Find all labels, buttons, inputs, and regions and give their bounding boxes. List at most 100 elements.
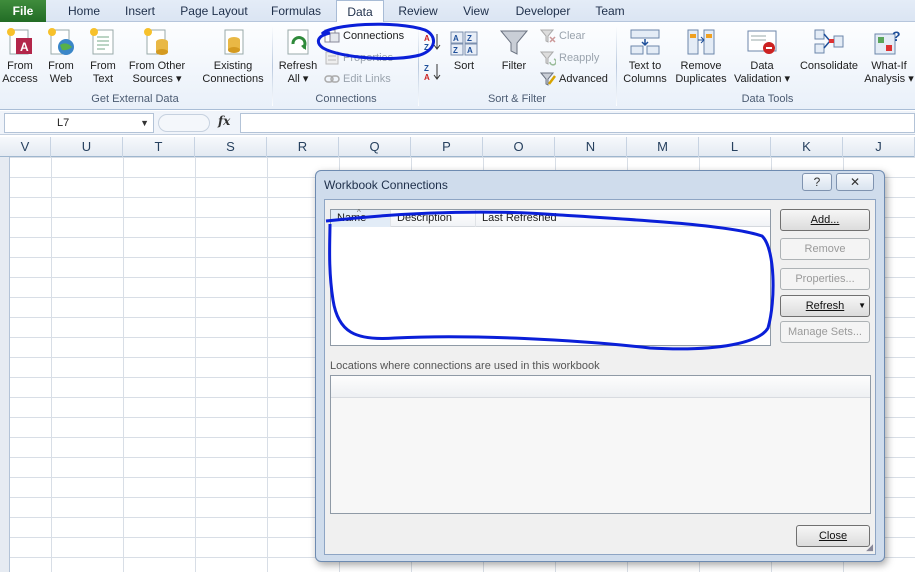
- filter-button[interactable]: Filter: [496, 26, 532, 73]
- consolidate-label: Consolidate: [799, 60, 859, 72]
- column-header[interactable]: N: [555, 137, 627, 157]
- from-text-line2: Text: [92, 73, 114, 85]
- tab-page-layout[interactable]: Page Layout: [174, 0, 254, 22]
- existing-connections-icon: [217, 26, 249, 58]
- reapply-button[interactable]: Reapply: [539, 48, 600, 68]
- connections-list[interactable]: Name ^ Description Last Refreshed: [330, 208, 771, 346]
- locations-list[interactable]: [330, 375, 871, 514]
- text-to-columns-button[interactable]: Text to Columns: [620, 26, 670, 86]
- connections-label: Connections: [343, 30, 405, 42]
- tab-developer[interactable]: Developer: [508, 0, 578, 22]
- formula-bar: L7 ▼ fx: [0, 111, 915, 135]
- from-web-button[interactable]: From Web: [42, 26, 80, 86]
- tab-home[interactable]: Home: [58, 0, 110, 22]
- what-if-line1: What-If: [871, 60, 907, 72]
- column-header[interactable]: U: [51, 137, 123, 157]
- tab-formulas[interactable]: Formulas: [265, 0, 327, 22]
- sort-button[interactable]: AZZA Sort: [446, 26, 482, 73]
- svg-text:A: A: [424, 34, 430, 43]
- column-header[interactable]: K: [771, 137, 843, 157]
- column-header[interactable]: T: [123, 137, 195, 157]
- from-access-button[interactable]: A From Access: [0, 26, 40, 86]
- text-to-columns-icon: [629, 26, 661, 58]
- tab-view[interactable]: View: [454, 0, 498, 22]
- insert-function-button[interactable]: fx: [218, 114, 230, 128]
- formula-input[interactable]: [240, 113, 915, 133]
- column-header[interactable]: V: [0, 137, 51, 157]
- sort-a-to-z-button[interactable]: AZ: [424, 32, 442, 52]
- chevron-down-icon[interactable]: ▼: [140, 114, 149, 132]
- remove-duplicates-button[interactable]: Remove Duplicates: [672, 26, 730, 86]
- column-header[interactable]: P: [411, 137, 483, 157]
- from-other-sources-button[interactable]: From Other Sources ▾: [125, 26, 189, 86]
- splitter-handle[interactable]: [158, 114, 210, 132]
- existing-connections-button[interactable]: Existing Connections: [197, 26, 269, 86]
- column-header[interactable]: Q: [339, 137, 411, 157]
- column-headers: V U T S R Q P O N M L K J: [0, 137, 915, 157]
- column-header-description[interactable]: Description: [391, 210, 476, 227]
- dropdown-arrow-icon[interactable]: ▼: [858, 296, 866, 316]
- reapply-icon: [539, 50, 557, 66]
- close-button[interactable]: Close: [796, 525, 870, 547]
- column-header[interactable]: R: [267, 137, 339, 157]
- resize-grip-icon[interactable]: ◢: [866, 542, 873, 553]
- sort-caret-icon: ^: [357, 208, 361, 217]
- refresh-label: Refresh: [805, 300, 845, 312]
- web-icon: [45, 26, 77, 58]
- group-label-connections: Connections: [315, 93, 377, 105]
- from-text-line1: From: [90, 60, 116, 72]
- from-web-line1: From: [48, 60, 74, 72]
- edit-links-button[interactable]: Edit Links: [324, 69, 391, 89]
- properties-button[interactable]: Properties: [324, 48, 393, 68]
- text-to-columns-line2: Columns: [623, 73, 667, 85]
- column-header[interactable]: S: [195, 137, 267, 157]
- reapply-label: Reapply: [559, 52, 600, 64]
- connections-list-header: Name ^ Description Last Refreshed: [331, 208, 770, 227]
- from-other-line1: From Other: [128, 60, 186, 72]
- svg-text:A: A: [453, 34, 459, 43]
- svg-text:A: A: [467, 46, 473, 55]
- existing-line1: Existing: [213, 60, 253, 72]
- funnel-icon: [498, 26, 530, 58]
- refresh-button[interactable]: Refresh ▼: [780, 295, 870, 317]
- properties-button-dialog[interactable]: Properties...: [780, 268, 870, 290]
- tab-file[interactable]: File: [0, 0, 46, 22]
- refresh-all-line2: All ▾: [287, 73, 309, 85]
- from-access-line2: Access: [2, 73, 38, 85]
- tab-team[interactable]: Team: [588, 0, 632, 22]
- text-file-icon: [87, 26, 119, 58]
- column-header[interactable]: O: [483, 137, 555, 157]
- column-header-name[interactable]: Name ^: [331, 208, 391, 227]
- help-button[interactable]: ?: [802, 173, 832, 191]
- advanced-filter-button[interactable]: Advanced: [539, 69, 608, 89]
- sort-z-to-a-button[interactable]: ZA: [424, 62, 442, 82]
- consolidate-button[interactable]: Consolidate: [796, 26, 862, 73]
- name-box[interactable]: L7 ▼: [4, 113, 154, 133]
- tab-data[interactable]: Data: [336, 0, 384, 23]
- sort-label: Sort: [453, 60, 475, 72]
- close-icon[interactable]: ✕: [836, 173, 874, 191]
- group-label-sort-filter: Sort & Filter: [487, 93, 547, 105]
- column-header-last-refreshed[interactable]: Last Refreshed: [476, 210, 770, 227]
- data-validation-line1: Data: [750, 60, 774, 72]
- group-label-data-tools: Data Tools: [741, 93, 794, 105]
- column-header[interactable]: M: [627, 137, 699, 157]
- column-header[interactable]: L: [699, 137, 771, 157]
- connections-button[interactable]: Connections: [324, 26, 404, 46]
- grid-line: [195, 157, 196, 572]
- add-button[interactable]: Add...: [780, 209, 870, 231]
- from-text-button[interactable]: From Text: [84, 26, 122, 86]
- what-if-analysis-button[interactable]: ? What-If Analysis ▾: [864, 26, 914, 86]
- manage-sets-button[interactable]: Manage Sets...: [780, 321, 870, 343]
- existing-line2: Connections: [202, 73, 264, 85]
- clear-filter-button[interactable]: Clear: [539, 26, 585, 46]
- data-validation-button[interactable]: Data Validation ▾: [732, 26, 792, 86]
- remove-button[interactable]: Remove: [780, 238, 870, 260]
- row-header-strip[interactable]: [0, 157, 10, 572]
- column-header[interactable]: J: [843, 137, 915, 157]
- access-icon: A: [4, 26, 36, 58]
- tab-review[interactable]: Review: [392, 0, 444, 22]
- text-to-columns-line1: Text to: [628, 60, 662, 72]
- tab-insert[interactable]: Insert: [115, 0, 165, 22]
- refresh-all-button[interactable]: Refresh All ▾: [276, 26, 320, 86]
